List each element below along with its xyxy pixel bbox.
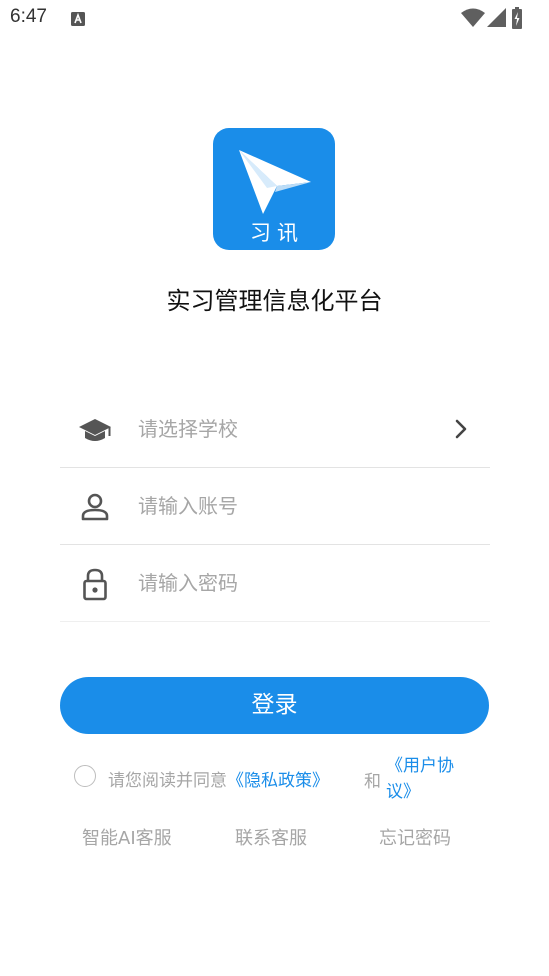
signal-icon: [487, 8, 506, 27]
ai-service-link[interactable]: 智能AI客服: [82, 824, 172, 850]
graduation-cap-icon: [78, 413, 112, 447]
a-notification-icon: [71, 11, 85, 30]
person-icon: [78, 490, 112, 524]
forgot-password-link[interactable]: 忘记密码: [379, 824, 451, 850]
wifi-icon: [461, 8, 485, 27]
password-row: [60, 545, 490, 622]
school-input[interactable]: [138, 413, 438, 445]
agreement-checkbox[interactable]: [74, 765, 96, 787]
app-logo: 习讯: [213, 128, 335, 250]
school-select[interactable]: [60, 391, 490, 468]
status-bar: 6:47: [0, 0, 549, 38]
agreement-text: 请您阅读并同意《隐私政策》: [108, 766, 329, 791]
battery-icon: [512, 7, 522, 29]
user-agreement-link[interactable]: 《用户协议》: [386, 753, 468, 805]
agreement-and: 和: [364, 772, 381, 792]
account-row: [60, 468, 490, 545]
agreement-prefix: 请您阅读并同意: [108, 771, 227, 791]
password-input[interactable]: [138, 567, 438, 599]
status-time: 6:47: [10, 6, 47, 27]
lock-icon: [78, 567, 112, 601]
account-input[interactable]: [138, 490, 438, 522]
privacy-policy-link[interactable]: 《隐私政策》: [227, 771, 329, 791]
app-icon-label: 习讯: [250, 221, 304, 245]
app-title: 实习管理信息化平台: [166, 287, 383, 315]
status-icons: [461, 7, 541, 29]
login-button[interactable]: 登录: [60, 677, 489, 734]
contact-service-link[interactable]: 联系客服: [235, 824, 307, 850]
paper-plane-icon: [239, 150, 311, 214]
chevron-right-icon: [454, 419, 468, 443]
